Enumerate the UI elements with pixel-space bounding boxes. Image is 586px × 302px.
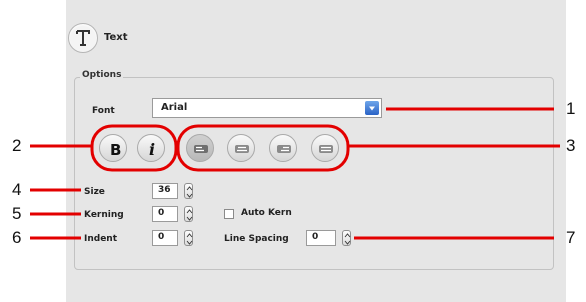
callout-6: 6 — [12, 228, 22, 247]
highlight-style-buttons — [90, 124, 178, 172]
callout-7: 7 — [566, 228, 576, 247]
callout-4: 4 — [12, 180, 22, 199]
callout-5: 5 — [12, 204, 22, 223]
callout-2: 2 — [12, 136, 22, 155]
annotation-overlay — [30, 107, 560, 240]
callout-1: 1 — [566, 99, 576, 118]
highlight-alignment-buttons — [176, 124, 350, 172]
callout-3: 3 — [566, 136, 576, 155]
